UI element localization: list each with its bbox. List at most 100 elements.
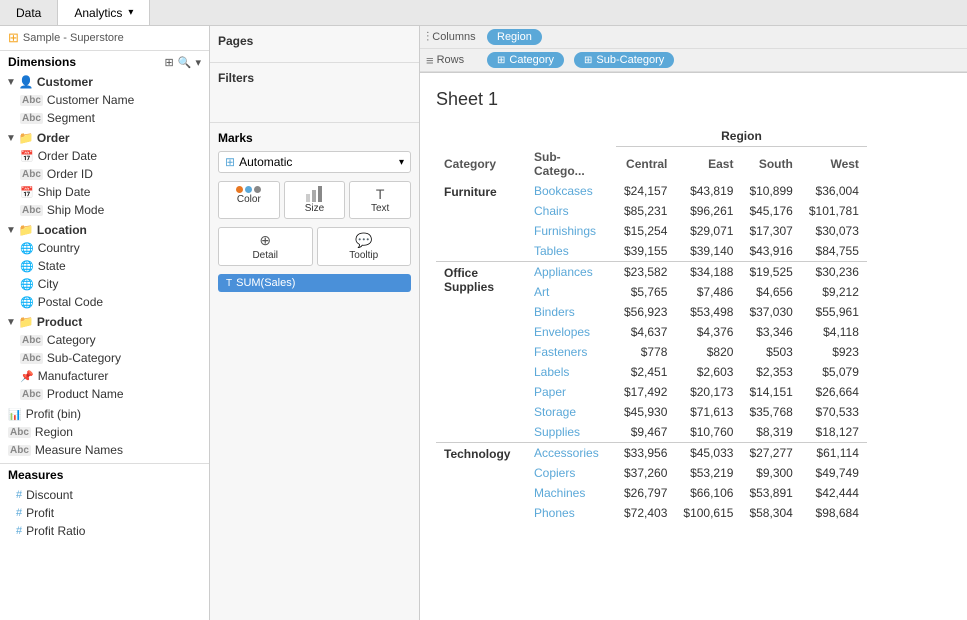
- group-order-header[interactable]: ▼ 📁 Order: [0, 129, 209, 147]
- subcategory-cell[interactable]: Storage: [526, 402, 616, 422]
- subcategory-cell[interactable]: Chairs: [526, 201, 616, 221]
- sidebar-item-postal-code[interactable]: 🌐 Postal Code: [0, 293, 209, 311]
- region-pill[interactable]: Region: [487, 29, 542, 45]
- item-label: Measure Names: [35, 443, 123, 457]
- subcategory-cell[interactable]: Fasteners: [526, 342, 616, 362]
- marks-title: Marks: [218, 131, 411, 145]
- expand-icon: ▼: [6, 133, 16, 144]
- sidebar-item-sub-category[interactable]: Abc Sub-Category: [0, 349, 209, 367]
- T-icon: T: [226, 278, 232, 289]
- tab-analytics[interactable]: Analytics ▾: [58, 0, 150, 25]
- filters-title: Filters: [218, 71, 411, 85]
- search-icon[interactable]: 🔍: [178, 56, 192, 69]
- menu-icon[interactable]: ▾: [195, 56, 201, 69]
- south-cell: $14,151: [741, 382, 800, 402]
- sidebar-item-ship-date[interactable]: 📅 Ship Date: [0, 183, 209, 201]
- group-product-header[interactable]: ▼ 📁 Product: [0, 313, 209, 331]
- sidebar-item-state[interactable]: 🌐 State: [0, 257, 209, 275]
- text-label: Text: [371, 203, 389, 214]
- sum-sales-pill[interactable]: T SUM(Sales): [218, 274, 411, 292]
- subcategory-cell[interactable]: Appliances: [526, 261, 616, 282]
- central-cell: $9,467: [616, 422, 675, 443]
- subcategory-cell[interactable]: Machines: [526, 483, 616, 503]
- rows-label: ≡ Rows: [426, 53, 481, 68]
- measure-profit[interactable]: # Profit: [0, 504, 209, 522]
- subcategory-cell[interactable]: Binders: [526, 302, 616, 322]
- east-cell: $34,188: [675, 261, 741, 282]
- columns-text: Columns: [432, 31, 475, 43]
- item-label: Profit (bin): [26, 407, 81, 421]
- grid-icon[interactable]: ⊞: [165, 56, 174, 69]
- subcategory-cell[interactable]: Copiers: [526, 463, 616, 483]
- group-customer-header[interactable]: ▼ 👤 Customer: [0, 73, 209, 91]
- expand-icon: ▼: [6, 77, 16, 88]
- subcategory-cell[interactable]: Labels: [526, 362, 616, 382]
- item-label: Customer Name: [47, 93, 134, 107]
- sub-category-pill[interactable]: ⊞ Sub-Category: [574, 52, 674, 68]
- west-cell: $70,533: [801, 402, 867, 422]
- sidebar-item-country[interactable]: 🌐 Country: [0, 239, 209, 257]
- marks-size-btn[interactable]: Size: [284, 181, 346, 219]
- subcategory-cell[interactable]: Bookcases: [526, 181, 616, 201]
- measure-profit-ratio[interactable]: # Profit Ratio: [0, 522, 209, 540]
- item-label: Order Date: [38, 149, 97, 163]
- bar-icon: 📊: [8, 408, 22, 421]
- group-product: ▼ 📁 Product Abc Category Abc Sub-Categor…: [0, 313, 209, 403]
- sidebar-scroll: ▼ 👤 Customer Abc Customer Name Abc Segme…: [0, 73, 209, 620]
- central-cell: $15,254: [616, 221, 675, 241]
- category-pill[interactable]: ⊞ Category: [487, 52, 564, 68]
- group-order-label: Order: [37, 131, 70, 145]
- sidebar-item-manufacturer[interactable]: 📌 Manufacturer: [0, 367, 209, 385]
- subcategory-cell[interactable]: Phones: [526, 503, 616, 523]
- measure-discount[interactable]: # Discount: [0, 486, 209, 504]
- east-cell: $45,033: [675, 442, 741, 463]
- sidebar-item-city[interactable]: 🌐 City: [0, 275, 209, 293]
- pages-section: Pages: [210, 26, 419, 63]
- th-empty1: [436, 126, 526, 147]
- subcategory-cell[interactable]: Art: [526, 282, 616, 302]
- east-cell: $53,219: [675, 463, 741, 483]
- sidebar-item-profit-bin[interactable]: 📊 Profit (bin): [0, 405, 209, 423]
- sidebar-item-order-date[interactable]: 📅 Order Date: [0, 147, 209, 165]
- west-cell: $4,118: [801, 322, 867, 342]
- sidebar-item-category[interactable]: Abc Category: [0, 331, 209, 349]
- sidebar-item-region[interactable]: Abc Region: [0, 423, 209, 441]
- marks-type-dropdown[interactable]: ⊞ Automatic ▾: [218, 151, 411, 173]
- subcategory-cell[interactable]: Envelopes: [526, 322, 616, 342]
- sidebar-item-customer-name[interactable]: Abc Customer Name: [0, 91, 209, 109]
- marks-tooltip-btn[interactable]: 💬 Tooltip: [317, 227, 412, 266]
- sidebar-item-ship-mode[interactable]: Abc Ship Mode: [0, 201, 209, 219]
- marks-detail-btn[interactable]: ⊕ Detail: [218, 227, 313, 266]
- item-label: State: [38, 259, 66, 273]
- tab-data[interactable]: Data: [0, 0, 58, 25]
- main-layout: ⊞ Sample - Superstore Dimensions ⊞ 🔍 ▾ ▼…: [0, 26, 967, 620]
- central-cell: $778: [616, 342, 675, 362]
- subcategory-cell[interactable]: Accessories: [526, 442, 616, 463]
- data-source[interactable]: ⊞ Sample - Superstore: [0, 26, 209, 51]
- abc-icon: Abc: [20, 169, 43, 180]
- marks-color-btn[interactable]: Color: [218, 181, 280, 219]
- sidebar-item-segment[interactable]: Abc Segment: [0, 109, 209, 127]
- west-cell: $55,961: [801, 302, 867, 322]
- sidebar-item-order-id[interactable]: Abc Order ID: [0, 165, 209, 183]
- east-cell: $71,613: [675, 402, 741, 422]
- subcategory-cell[interactable]: Furnishings: [526, 221, 616, 241]
- sidebar-item-product-name[interactable]: Abc Product Name: [0, 385, 209, 403]
- item-label: Order ID: [47, 167, 93, 181]
- subcategory-cell[interactable]: Tables: [526, 241, 616, 262]
- datasource-icon: ⊞: [8, 30, 19, 46]
- columns-icon: ⫶: [426, 29, 429, 45]
- sidebar-item-measure-names[interactable]: Abc Measure Names: [0, 441, 209, 459]
- south-cell: $2,353: [741, 362, 800, 382]
- subcategory-cell[interactable]: Supplies: [526, 422, 616, 443]
- group-customer: ▼ 👤 Customer Abc Customer Name Abc Segme…: [0, 73, 209, 127]
- group-location-header[interactable]: ▼ 📁 Location: [0, 221, 209, 239]
- central-cell: $72,403: [616, 503, 675, 523]
- rows-icon: ≡: [426, 53, 434, 68]
- marks-text-btn[interactable]: T Text: [349, 181, 411, 219]
- subcategory-cell[interactable]: Paper: [526, 382, 616, 402]
- east-cell: $20,173: [675, 382, 741, 402]
- item-label: Profit Ratio: [26, 524, 85, 538]
- th-subcategory: Sub-Catego...: [526, 147, 616, 181]
- center-panel: Pages Filters Marks ⊞ Automatic ▾ Color: [210, 26, 420, 620]
